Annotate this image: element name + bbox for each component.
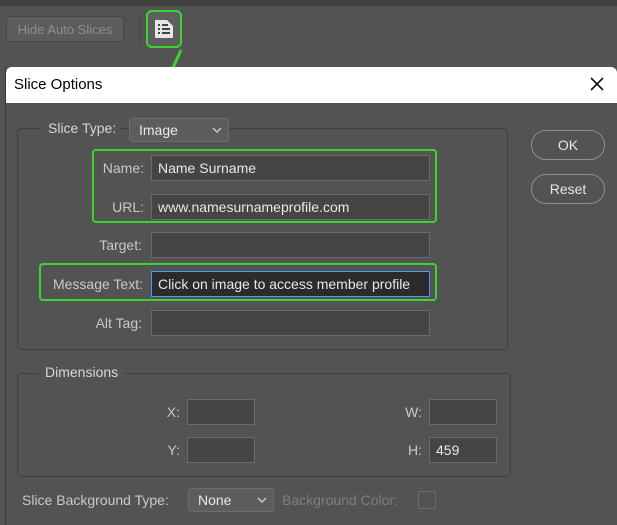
url-field[interactable]: www.namesurnameprofile.com [151, 194, 430, 220]
toolbar-top-edge [0, 0, 617, 6]
w-field[interactable] [429, 399, 497, 425]
message-text-field[interactable]: Click on image to access member profile [151, 271, 430, 297]
dialog-title: Slice Options [14, 76, 103, 93]
bg-type-value: None [198, 492, 232, 508]
dimensions-legend: Dimensions [39, 364, 125, 380]
alt-tag-label: Alt Tag: [95, 315, 142, 331]
w-label: W: [405, 404, 422, 420]
chevron-down-icon [212, 127, 222, 133]
name-label: Name: [102, 160, 144, 176]
y-label: Y: [167, 442, 180, 458]
app-toolbar: Hide Auto Slices [0, 0, 617, 55]
slice-options-icon [155, 20, 173, 38]
bg-type-select[interactable]: None [188, 488, 274, 512]
h-label: H: [408, 442, 422, 458]
y-field[interactable] [187, 437, 255, 463]
close-icon[interactable] [585, 72, 609, 96]
url-label: URL: [112, 199, 144, 215]
chevron-down-icon [257, 497, 267, 503]
slice-options-button[interactable] [146, 10, 182, 48]
slice-type-select[interactable]: Image [129, 118, 229, 142]
name-field[interactable]: Name Surname [151, 155, 430, 181]
ok-button[interactable]: OK [531, 130, 605, 160]
target-label: Target: [99, 237, 142, 253]
h-field[interactable]: 459 [429, 437, 497, 463]
x-field[interactable] [187, 399, 255, 425]
bg-type-label: Slice Background Type: [22, 492, 169, 508]
x-label: X: [166, 404, 180, 420]
hide-auto-slices-button[interactable]: Hide Auto Slices [6, 16, 124, 42]
dialog-titlebar: Slice Options [6, 67, 617, 103]
toolbar-divider [139, 14, 140, 44]
message-text-label: Message Text: [52, 276, 143, 292]
bg-color-label: Background Color: [282, 492, 398, 508]
slice-type-label: Slice Type: [48, 120, 117, 136]
slice-options-dialog: Slice Options Slice Type: Image Name: Na… [5, 67, 617, 525]
slice-type-legend: Slice Type: [42, 120, 121, 136]
alt-tag-field[interactable] [151, 310, 430, 336]
reset-button[interactable]: Reset [531, 174, 605, 204]
target-field[interactable] [151, 232, 430, 258]
slice-type-value: Image [139, 122, 178, 138]
bg-color-swatch[interactable] [418, 491, 436, 509]
